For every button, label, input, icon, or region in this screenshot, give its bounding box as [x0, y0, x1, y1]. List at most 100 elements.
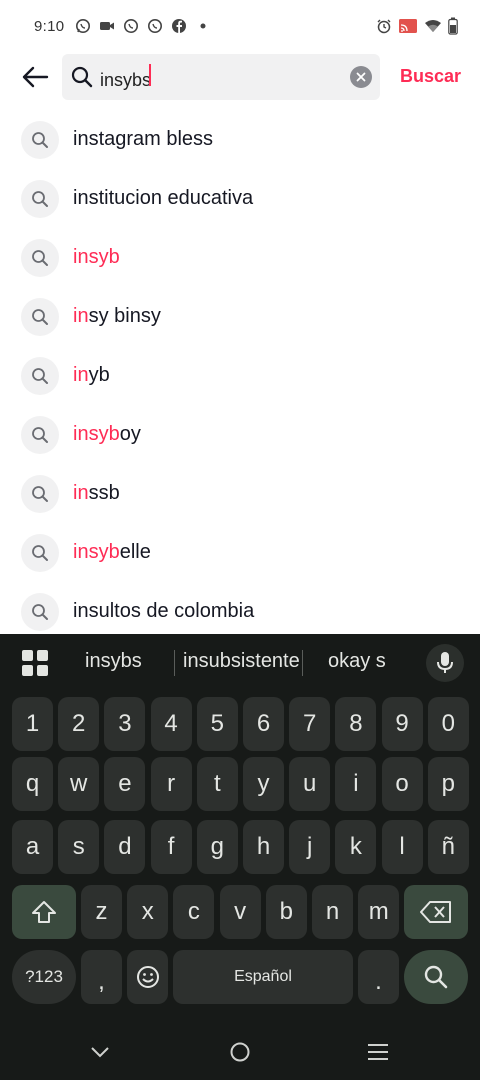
search-icon — [21, 179, 59, 218]
suggestion-highlight: insyb — [73, 246, 120, 268]
home-button[interactable] — [220, 1036, 260, 1068]
key-letter[interactable]: l — [381, 820, 423, 874]
key-letter[interactable]: i — [335, 757, 377, 811]
key-number[interactable]: 2 — [58, 697, 100, 751]
key-letter[interactable]: ñ — [427, 820, 469, 874]
suggestion-text: insultos de colombia — [73, 600, 254, 623]
emoji-icon — [136, 966, 159, 988]
key-letter[interactable]: f — [150, 820, 192, 874]
whatsapp-icon — [74, 17, 92, 35]
key-letter[interactable]: m — [358, 885, 400, 939]
search-icon — [21, 120, 59, 159]
key-number[interactable]: 6 — [243, 697, 284, 751]
key-number[interactable]: 9 — [381, 697, 423, 751]
apps-grid-icon[interactable] — [22, 650, 48, 676]
suggestion-highlight: in — [73, 364, 89, 386]
key-letter[interactable]: w — [58, 757, 100, 811]
suggestion-item[interactable]: insy binsy — [0, 287, 480, 346]
search-box[interactable]: insybs — [62, 54, 380, 100]
search-input[interactable]: insybs — [100, 63, 340, 91]
key-letter[interactable]: q — [12, 757, 53, 811]
keyboard-suggestion[interactable]: okay s — [328, 650, 386, 673]
suggestion-divider — [302, 650, 303, 676]
suggestion-list: instagram bless institucion educativa insy… — [0, 110, 480, 641]
key-letter[interactable]: p — [427, 757, 469, 811]
facebook-icon — [170, 17, 188, 35]
recents-button[interactable] — [358, 1036, 398, 1068]
shift-icon — [32, 901, 56, 923]
close-icon — [356, 72, 366, 82]
wifi-icon — [424, 18, 442, 34]
backspace-key[interactable] — [404, 885, 468, 939]
keyboard-suggestion[interactable]: insybs — [85, 650, 142, 673]
key-number[interactable]: 7 — [289, 697, 331, 751]
suggestion-item[interactable]: insyb — [0, 228, 480, 287]
suggestion-text: insybelle — [73, 541, 151, 564]
key-letter[interactable]: r — [150, 757, 192, 811]
key-letter[interactable]: b — [265, 885, 307, 939]
backspace-icon — [420, 901, 451, 923]
search-icon — [424, 965, 448, 989]
suggestion-highlight: in — [73, 482, 89, 504]
comma-key[interactable]: , — [81, 950, 122, 1004]
key-number[interactable]: 0 — [427, 697, 469, 751]
search-icon — [70, 65, 94, 89]
key-letter[interactable]: d — [104, 820, 146, 874]
suggestion-divider — [174, 650, 175, 676]
search-icon — [21, 592, 59, 631]
suggestion-item[interactable]: institucion educativa — [0, 169, 480, 228]
key-number[interactable]: 4 — [150, 697, 192, 751]
keyboard: insybs insubsistente okay s 1234567890qw… — [0, 634, 480, 1024]
suggestion-text: insyb — [73, 246, 120, 269]
navigation-bar — [0, 1024, 480, 1080]
suggestion-item[interactable]: instagram bless — [0, 110, 480, 169]
keyboard-suggestion[interactable]: insubsistente — [183, 650, 300, 673]
key-letter[interactable]: a — [12, 820, 53, 874]
suggestion-item[interactable]: insybelle — [0, 523, 480, 582]
screen: 9:10 insybs Buscar instagram bless insti… — [0, 0, 480, 1080]
key-letter[interactable]: u — [289, 757, 331, 811]
key-letter[interactable]: y — [243, 757, 284, 811]
shift-key[interactable] — [12, 885, 76, 939]
search-key[interactable] — [404, 950, 468, 1004]
key-number[interactable]: 5 — [196, 697, 238, 751]
search-submit-button[interactable]: Buscar — [400, 66, 461, 87]
suggestion-item[interactable]: insultos de colombia — [0, 582, 480, 641]
space-key[interactable]: Español — [173, 950, 353, 1004]
hide-keyboard-button[interactable] — [80, 1036, 120, 1068]
key-letter[interactable]: z — [81, 885, 122, 939]
alarm-icon — [376, 18, 392, 34]
key-letter[interactable]: s — [58, 820, 100, 874]
key-letter[interactable]: k — [335, 820, 377, 874]
suggestion-item[interactable]: inyb — [0, 346, 480, 405]
key-number[interactable]: 8 — [335, 697, 377, 751]
keyboard-toolbar: insybs insubsistente okay s — [0, 634, 480, 690]
suggestion-rest: elle — [119, 541, 151, 563]
video-icon — [98, 17, 116, 35]
key-letter[interactable]: v — [219, 885, 261, 939]
suggestion-item[interactable]: inssb — [0, 464, 480, 523]
key-number[interactable]: 1 — [12, 697, 53, 751]
period-key[interactable]: . — [358, 950, 399, 1004]
clear-search-button[interactable] — [350, 66, 372, 88]
back-button[interactable] — [20, 62, 50, 92]
key-letter[interactable]: g — [196, 820, 238, 874]
key-letter[interactable]: n — [312, 885, 353, 939]
key-letter[interactable]: o — [381, 757, 423, 811]
key-letter[interactable]: h — [243, 820, 284, 874]
search-input-value: insybs — [100, 69, 152, 90]
key-letter[interactable]: j — [289, 820, 331, 874]
key-letter[interactable]: c — [173, 885, 215, 939]
emoji-key[interactable] — [127, 950, 168, 1004]
dot-icon — [194, 17, 212, 35]
home-circle-icon — [230, 1042, 250, 1062]
key-number[interactable]: 3 — [104, 697, 146, 751]
key-letter[interactable]: t — [196, 757, 238, 811]
microphone-button[interactable] — [426, 644, 464, 682]
battery-icon — [448, 17, 458, 35]
key-letter[interactable]: x — [127, 885, 169, 939]
search-icon — [21, 533, 59, 572]
suggestion-item[interactable]: insyboy — [0, 405, 480, 464]
symbols-key[interactable]: ?123 — [12, 950, 76, 1004]
key-letter[interactable]: e — [104, 757, 146, 811]
